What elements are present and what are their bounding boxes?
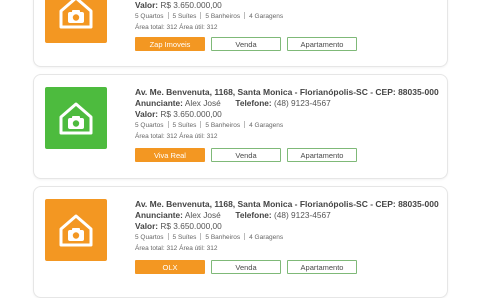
area-row: Área total: 312 Área útil: 312 [135,245,218,252]
house-camera-icon [59,102,93,135]
agent-name: Alex José [184,98,221,108]
price-row: Valor: R$ 3.650.000,00 [135,109,222,119]
area-row: Área total: 312 Área útil: 312 [135,133,218,140]
house-camera-icon [59,214,93,247]
agent-row: Anunciante: Alex José Telefone: (48) 912… [135,210,331,220]
property-thumbnail[interactable] [45,199,107,261]
type-button[interactable]: Venda [211,260,281,274]
source-badge[interactable]: Zap Imoveis [135,37,205,51]
category-button[interactable]: Apartamento [287,37,357,51]
listing-card[interactable]: Av. Me. Benvenuta, 1168, Santa Monica - … [33,186,448,298]
listing-card[interactable]: Valor: R$ 3.650.000,00 5 Quartos 5 Suítes… [33,0,448,67]
category-button[interactable]: Apartamento [287,148,357,162]
type-button[interactable]: Venda [211,148,281,162]
agent-name: Alex José [184,210,221,220]
phone: (48) 9123-4567 [274,98,331,108]
listing-card[interactable]: Av. Me. Benvenuta, 1168, Santa Monica - … [33,74,448,179]
source-badge[interactable]: Viva Real [135,148,205,162]
type-button[interactable]: Venda [211,37,281,51]
area-row: Área total: 312 Área útil: 312 [135,24,218,31]
property-thumbnail[interactable] [45,0,107,43]
category-button[interactable]: Apartamento [287,260,357,274]
property-thumbnail[interactable] [45,87,107,149]
address: Av. Me. Benvenuta, 1168, Santa Monica - … [135,87,439,97]
source-badge[interactable]: OLX [135,260,205,274]
features-row: 5 Quartos 5 Suítes 5 Banheiros 4 Garagens [135,233,284,241]
price-value: R$ 3.650.000,00 [160,221,222,231]
price-row: Valor: R$ 3.650.000,00 [135,0,222,10]
price-row: Valor: R$ 3.650.000,00 [135,221,222,231]
features-row: 5 Quartos 5 Suítes 5 Banheiros 4 Garagens [135,121,284,129]
address: Av. Me. Benvenuta, 1168, Santa Monica - … [135,199,439,209]
price-value: R$ 3.650.000,00 [160,0,222,10]
agent-row: Anunciante: Alex José Telefone: (48) 912… [135,98,331,108]
house-camera-icon [59,0,93,29]
phone: (48) 9123-4567 [274,210,331,220]
features-row: 5 Quartos 5 Suítes 5 Banheiros 4 Garagens [135,12,284,20]
price-value: R$ 3.650.000,00 [160,109,222,119]
